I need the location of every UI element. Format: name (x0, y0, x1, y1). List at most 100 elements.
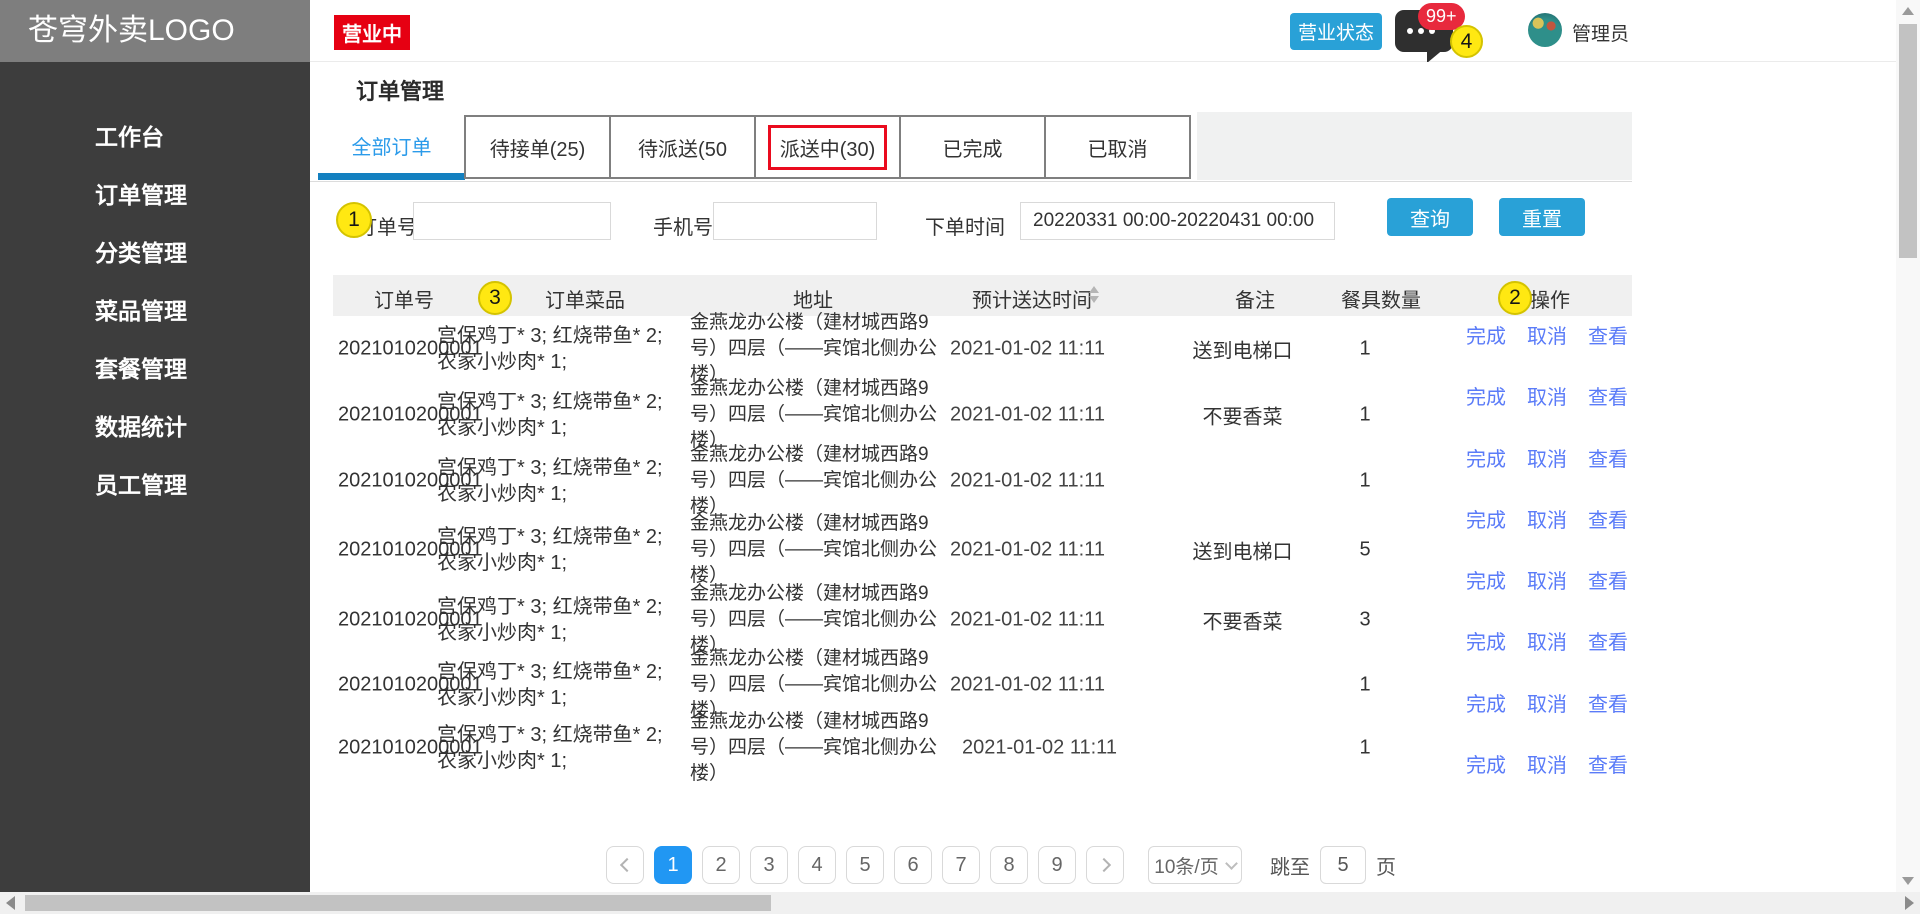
cancel-link[interactable]: 取消 (1527, 688, 1567, 717)
notification-count-badge: 99+ (1418, 3, 1465, 30)
table-row: 2021010200001 宫保鸡丁* 3; 红烧带鱼* 2; 农家小炒肉* 1… (310, 654, 1632, 716)
table-row: 2021010200001 宫保鸡丁* 3; 红烧带鱼* 2; 农家小炒肉* 1… (310, 586, 1632, 654)
sidebar-item-categories[interactable]: 分类管理 (0, 224, 310, 282)
page-button-1[interactable]: 1 (654, 846, 692, 884)
tab-pending-accept[interactable]: 待接单(25) (464, 115, 611, 179)
cancel-link[interactable]: 取消 (1527, 381, 1567, 410)
col-address: 地址 (793, 284, 833, 313)
table-row: 2021010200001 宫保鸡丁* 3; 红烧带鱼* 2; 农家小炒肉* 1… (310, 316, 1632, 382)
sidebar-item-dishes[interactable]: 菜品管理 (0, 282, 310, 340)
view-link[interactable]: 查看 (1588, 626, 1628, 655)
annotation-marker-2: 2 (1498, 281, 1532, 315)
page-size-select[interactable]: 10条/页 (1148, 846, 1242, 884)
complete-link[interactable]: 完成 (1466, 381, 1506, 410)
pagination: 1 2 3 4 5 6 7 8 9 10条/页 跳至 页 (606, 845, 1396, 885)
cell-order-no: 2021010200001 (338, 609, 453, 632)
view-link[interactable]: 查看 (1588, 443, 1628, 472)
view-link[interactable]: 查看 (1588, 688, 1628, 717)
tab-completed[interactable]: 已完成 (899, 115, 1046, 179)
cell-order-no: 2021010200001 (338, 674, 453, 697)
jump-page-input[interactable] (1320, 846, 1366, 884)
complete-link[interactable]: 完成 (1466, 749, 1506, 778)
chevron-right-icon (1096, 858, 1110, 872)
cell-tableware: 1 (1325, 469, 1405, 492)
col-tableware: 餐具数量 (1341, 284, 1421, 313)
order-no-input[interactable] (413, 202, 611, 240)
col-order-no: 订单号 (374, 284, 434, 313)
prev-page-button[interactable] (606, 846, 644, 884)
view-link[interactable]: 查看 (1588, 504, 1628, 533)
annotation-marker-4: 4 (1450, 25, 1483, 58)
view-link[interactable]: 查看 (1588, 320, 1628, 349)
sidebar-item-workbench[interactable]: 工作台 (0, 108, 310, 166)
cell-dishes: 宫保鸡丁* 3; 红烧带鱼* 2; 农家小炒肉* 1; (437, 389, 681, 441)
page-unit-label: 页 (1376, 851, 1396, 880)
cell-eta: 2021-01-02 11:11 (962, 737, 1142, 760)
page-button-3[interactable]: 3 (750, 846, 788, 884)
active-tab-underline (318, 173, 465, 180)
order-status-tabs: 全部订单 待接单(25) 待派送(50 派送中(30) 已完成 已取消 (310, 112, 1632, 182)
reset-button[interactable]: 重置 (1499, 198, 1585, 236)
cell-address: 金燕龙办公楼（建材城西路9号）四层（——宾馆北侧办公楼） (690, 511, 954, 589)
cancel-link[interactable]: 取消 (1527, 320, 1567, 349)
page-button-7[interactable]: 7 (942, 846, 980, 884)
business-status-button[interactable]: 营业状态 (1290, 13, 1382, 50)
row-actions: 完成 取消 查看 (1466, 626, 1632, 655)
tab-delivering-label: 派送中(30) (780, 139, 876, 161)
page-button-2[interactable]: 2 (702, 846, 740, 884)
complete-link[interactable]: 完成 (1466, 565, 1506, 594)
cell-tableware: 1 (1325, 674, 1405, 697)
cell-eta: 2021-01-02 11:11 (950, 338, 1130, 361)
scroll-up-arrow-icon[interactable] (1902, 7, 1914, 15)
col-remark: 备注 (1235, 284, 1275, 313)
username-label: 管理员 (1572, 19, 1629, 46)
vertical-scrollbar[interactable] (1896, 0, 1920, 892)
cancel-link[interactable]: 取消 (1527, 443, 1567, 472)
page-button-9[interactable]: 9 (1038, 846, 1076, 884)
table-row: 2021010200001 宫保鸡丁* 3; 红烧带鱼* 2; 农家小炒肉* 1… (310, 716, 1632, 780)
sidebar: 苍穹外卖LOGO 工作台 订单管理 分类管理 菜品管理 套餐管理 数据统计 员工… (0, 0, 310, 892)
view-link[interactable]: 查看 (1588, 565, 1628, 594)
sidebar-item-statistics[interactable]: 数据统计 (0, 398, 310, 456)
scroll-right-arrow-icon[interactable] (1905, 896, 1914, 910)
search-button[interactable]: 查询 (1387, 198, 1473, 236)
page-button-5[interactable]: 5 (846, 846, 884, 884)
scroll-left-arrow-icon[interactable] (6, 896, 15, 910)
row-actions: 完成 取消 查看 (1466, 443, 1632, 472)
complete-link[interactable]: 完成 (1466, 320, 1506, 349)
complete-link[interactable]: 完成 (1466, 504, 1506, 533)
sidebar-item-combos[interactable]: 套餐管理 (0, 340, 310, 398)
complete-link[interactable]: 完成 (1466, 688, 1506, 717)
message-dots (1407, 28, 1413, 34)
cancel-link[interactable]: 取消 (1527, 749, 1567, 778)
complete-link[interactable]: 完成 (1466, 443, 1506, 472)
complete-link[interactable]: 完成 (1466, 626, 1506, 655)
view-link[interactable]: 查看 (1588, 381, 1628, 410)
cell-order-no: 2021010200001 (338, 403, 453, 426)
table-row: 2021010200001 宫保鸡丁* 3; 红烧带鱼* 2; 农家小炒肉* 1… (310, 514, 1632, 586)
page-button-4[interactable]: 4 (798, 846, 836, 884)
cancel-link[interactable]: 取消 (1527, 626, 1567, 655)
cell-tableware: 1 (1325, 737, 1405, 760)
cancel-link[interactable]: 取消 (1527, 565, 1567, 594)
tab-delivering[interactable]: 派送中(30) (754, 115, 901, 179)
vertical-scrollbar-thumb[interactable] (1899, 24, 1917, 258)
phone-input[interactable] (713, 202, 877, 240)
order-time-input[interactable] (1020, 202, 1335, 240)
cell-eta: 2021-01-02 11:11 (950, 674, 1130, 697)
page-button-6[interactable]: 6 (894, 846, 932, 884)
horizontal-scrollbar-thumb[interactable] (25, 895, 771, 911)
next-page-button[interactable] (1086, 846, 1124, 884)
view-link[interactable]: 查看 (1588, 749, 1628, 778)
sidebar-item-employees[interactable]: 员工管理 (0, 456, 310, 514)
page-button-8[interactable]: 8 (990, 846, 1028, 884)
tab-cancelled[interactable]: 已取消 (1044, 115, 1191, 179)
horizontal-scrollbar[interactable] (0, 892, 1920, 914)
tab-pending-dispatch[interactable]: 待派送(50 (609, 115, 756, 179)
sort-icon[interactable] (1088, 285, 1100, 305)
sidebar-item-orders[interactable]: 订单管理 (0, 166, 310, 224)
avatar[interactable] (1528, 13, 1562, 47)
tab-all-orders[interactable]: 全部订单 (318, 117, 465, 173)
scroll-down-arrow-icon[interactable] (1902, 877, 1914, 885)
cancel-link[interactable]: 取消 (1527, 504, 1567, 533)
